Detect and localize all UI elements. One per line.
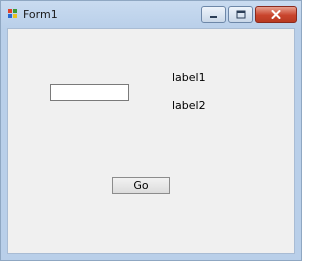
close-button[interactable] <box>255 6 297 23</box>
maximize-icon <box>236 10 245 19</box>
close-icon <box>271 10 281 19</box>
label1: label1 <box>172 71 206 84</box>
label2: label2 <box>172 99 206 112</box>
window-title: Form1 <box>23 8 58 21</box>
caption-buttons <box>201 6 297 24</box>
minimize-icon <box>210 16 217 18</box>
form-client-area: label1 label2 Go <box>7 28 295 254</box>
form1-window: Form1 label1 label2 Go <box>0 0 302 261</box>
title-bar[interactable]: Form1 <box>1 1 301 28</box>
minimize-button[interactable] <box>201 6 226 23</box>
maximize-button[interactable] <box>228 6 253 23</box>
windows-form-icon <box>8 9 17 18</box>
text-input[interactable] <box>50 84 129 101</box>
go-button[interactable]: Go <box>112 177 170 194</box>
